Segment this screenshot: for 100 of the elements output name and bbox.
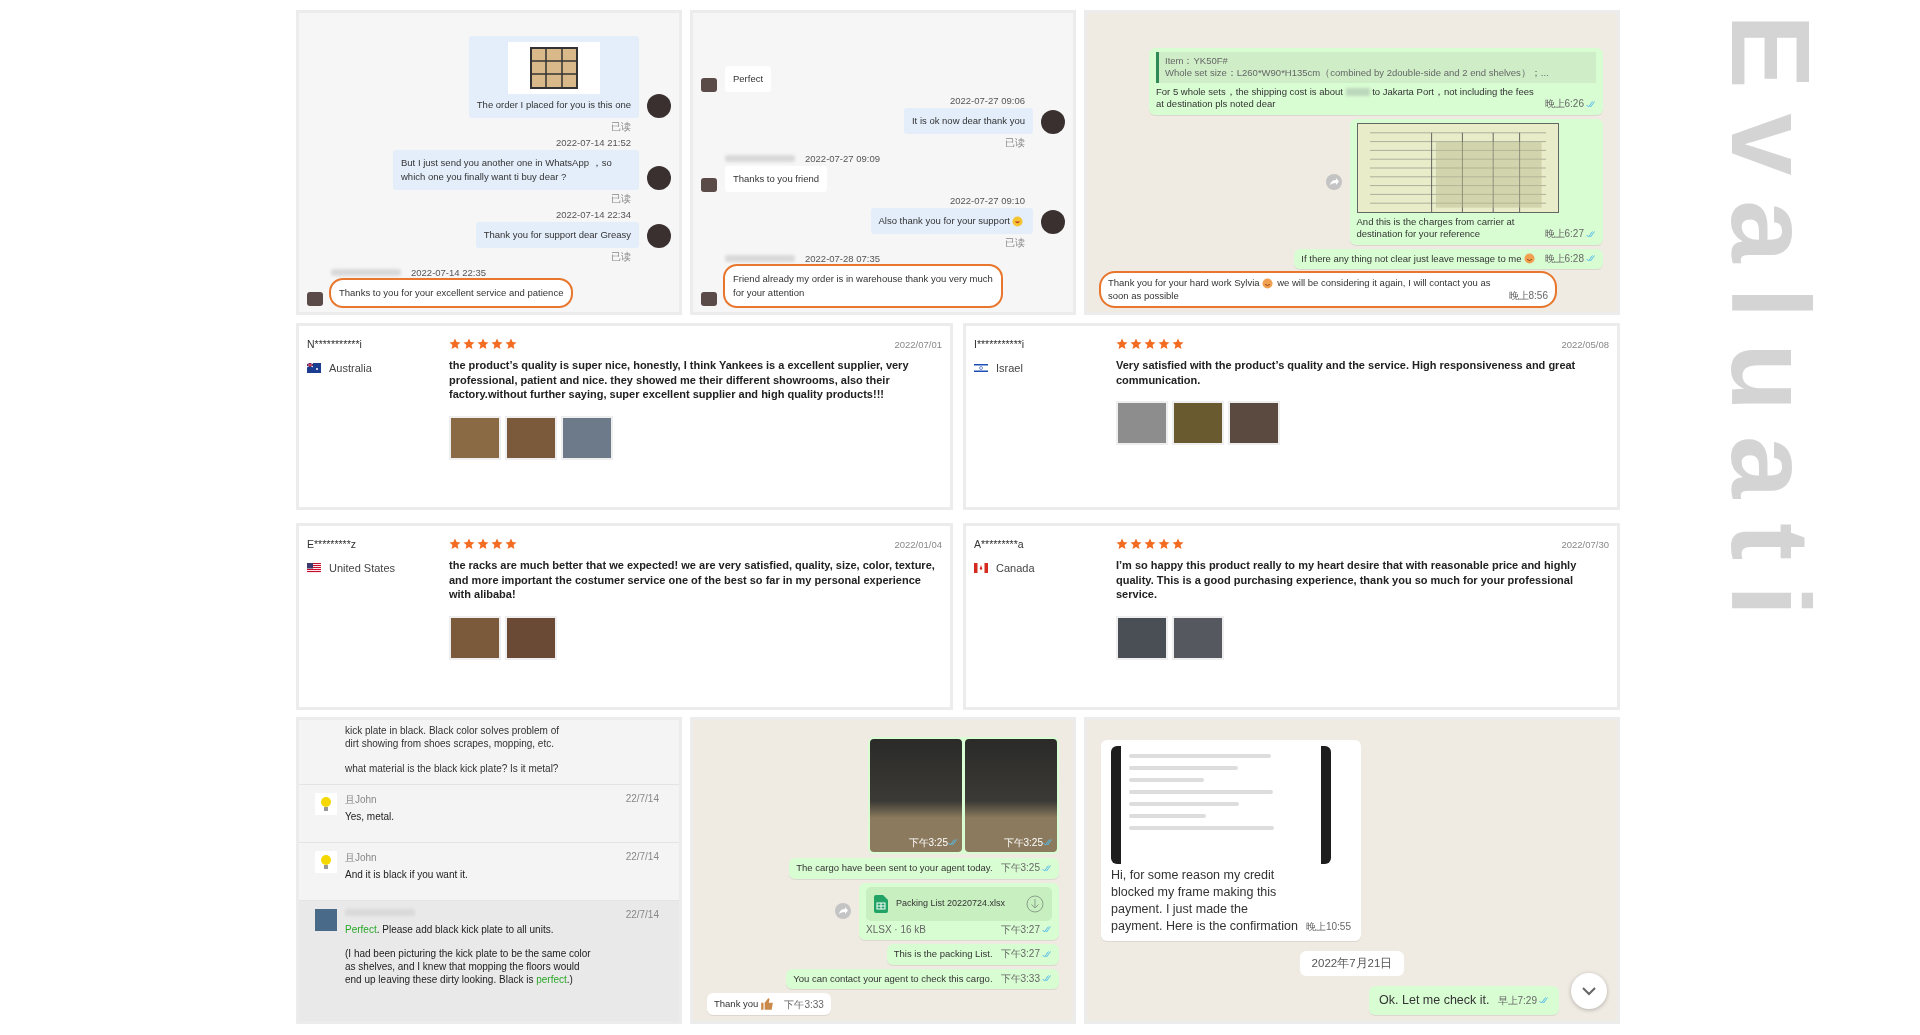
double-check-icon <box>1043 839 1053 846</box>
star-icon <box>1144 338 1156 350</box>
star-icon <box>449 338 461 350</box>
review-date: 2022/05/08 <box>1561 338 1609 350</box>
double-check-icon <box>1539 997 1549 1004</box>
message-text: Thanks to you friend <box>733 172 820 186</box>
flag-icon <box>974 363 988 373</box>
message-time: 2022-07-27 09:09 <box>805 153 880 164</box>
reviewer-country: United States <box>329 562 396 574</box>
lightbulb-icon <box>315 851 337 873</box>
star-icon <box>463 538 475 550</box>
review-text: Very satisfied with the product’s quality and the service. High responsiveness and great communication. <box>1116 358 1577 387</box>
double-check-icon <box>1042 950 1052 958</box>
photo-placeholder[interactable] <box>561 415 613 460</box>
lightbulb-icon <box>315 793 337 815</box>
star-icon <box>477 538 489 550</box>
reply-row[interactable]: 且John 22/7/14 Yes, metal. <box>299 784 679 839</box>
star-icon <box>449 538 461 550</box>
photo-placeholder[interactable] <box>449 415 501 460</box>
message-text: The order I placed for you is this one <box>476 98 631 112</box>
reviewer-name: I***********i <box>974 338 1026 350</box>
double-check-icon <box>1586 100 1596 108</box>
message-time: 下午3:33 <box>784 998 824 1011</box>
read-status: 已读 <box>1005 236 1026 250</box>
review-text: the product’s quality is super nice, honestly, I think Yankees is a excellent supplier, very professional, patient and nice. they showed me their different showrooms, also their factory.without further saying, super excellent supplier and high quality products!!! <box>449 358 910 402</box>
message-time: 2022-07-14 22:35 <box>411 267 486 278</box>
review-text: the racks are much better that we expected! we are very satisfied, quality, size, color, texture, and more important the costumer service one of the best so far in my personal experience with alibaba! <box>449 558 936 602</box>
photo-time: 下午3:25 <box>904 834 962 852</box>
star-icon <box>1130 338 1142 350</box>
message-time: 下午3:27 <box>1000 948 1052 961</box>
star-icon <box>1158 338 1170 350</box>
photo-placeholder[interactable] <box>1116 615 1168 660</box>
blurred-sender-name <box>725 255 795 262</box>
avatar <box>1041 210 1065 234</box>
photo-placeholder[interactable] <box>1228 401 1280 445</box>
quote-title: Item：YK50F# <box>1165 54 1229 67</box>
photo-placeholder[interactable] <box>1172 615 1224 660</box>
message-text: If there any thing not clear just leave message to me <box>1301 252 1537 265</box>
message-text: Thank you for support dear Greasy <box>483 228 631 242</box>
flag-icon <box>307 563 321 573</box>
reply-date: 22/7/14 <box>625 793 659 806</box>
star-icon <box>1130 538 1142 550</box>
star-icon <box>491 538 503 550</box>
message-time: 2022-07-27 09:10 <box>950 195 1025 206</box>
message-text: Thank you for your hard work Sylvia we will be considering it again, I will contact you as soon as possible <box>1108 277 1492 302</box>
photo-placeholder[interactable] <box>505 415 557 460</box>
reviewer-name: E*********z <box>307 538 358 550</box>
reviewer-country: Canada <box>996 562 1035 574</box>
avatar <box>701 292 717 306</box>
message-time: 晚上8:56 <box>1508 289 1548 302</box>
star-icon <box>477 338 489 350</box>
avatar <box>701 78 717 92</box>
star-icon <box>505 538 517 550</box>
reviewer-country: Israel <box>996 362 1023 374</box>
message-text: Perfect <box>733 72 764 86</box>
photo-placeholder[interactable]: 下午3:25 <box>965 739 1057 852</box>
message-time: 早上7:29 <box>1497 992 1549 1009</box>
thumbs-up-icon <box>760 997 775 1011</box>
double-check-icon <box>1042 975 1052 983</box>
reply-date: 22/7/14 <box>625 909 659 920</box>
review-date: 2022/07/01 <box>894 338 942 350</box>
quote-text: Whole set size：L260*W90*H135cm（combined by 2double-side and 2 end shelves）；... <box>1165 67 1550 80</box>
reply-row[interactable] <box>299 900 679 1021</box>
laughing-face-icon <box>1012 216 1023 227</box>
star-icon <box>1116 338 1128 350</box>
avatar <box>307 292 323 306</box>
reply-row[interactable]: 且John 22/7/14 And it is black if you want it. <box>299 842 679 897</box>
star-icon <box>1158 538 1170 550</box>
message-time: 下午3:25 <box>1000 862 1052 875</box>
star-icon <box>1116 538 1128 550</box>
double-check-icon <box>1042 926 1052 934</box>
photo-placeholder[interactable] <box>1172 401 1224 445</box>
photo-placeholder[interactable]: 下午3:25 <box>870 739 962 852</box>
scroll-down-button[interactable] <box>1571 973 1607 1009</box>
message-text: Also thank you for your support <box>878 214 1025 228</box>
smiley-icon <box>1523 253 1535 265</box>
star-icon <box>505 338 517 350</box>
flag-icon <box>974 563 988 573</box>
message-time: 2022-07-14 22:34 <box>556 209 631 220</box>
star-icon <box>1172 538 1184 550</box>
message-time: 2022-07-14 21:52 <box>556 137 631 148</box>
photo-placeholder[interactable] <box>505 615 557 660</box>
message-time: 下午3:33 <box>1000 972 1052 985</box>
review-date: 2022/01/04 <box>894 538 942 550</box>
read-status: 已读 <box>1005 136 1026 150</box>
comment-text: what material is the black kick plate? Is it metal? <box>345 762 560 775</box>
avatar <box>647 166 671 190</box>
double-check-icon <box>1586 230 1596 238</box>
message-text: For 5 whole sets，the shipping cost is about to Jakarta Port，not including the fees at destination pls noted dear <box>1156 85 1535 111</box>
read-status: 已读 <box>611 120 632 134</box>
reply-text: Perfect. Please add black kick plate to all units. <box>345 923 555 936</box>
smiley-icon <box>1261 278 1273 289</box>
message-text: Thanks to you for your excellent service and patience <box>339 286 564 300</box>
reply-text: And it is black if you want it. <box>345 868 469 881</box>
comment-text: kick plate in black. Black color solves problem of dirt showing from shoes scrapes, mopping, etc. <box>345 724 560 750</box>
avatar <box>315 909 337 931</box>
photo-placeholder[interactable] <box>449 615 501 660</box>
message-text: But I just send you another one in WhatsApp ，so which one you finally want ti buy dear ? <box>401 156 613 184</box>
spreadsheet-icon <box>874 894 888 913</box>
blurred-sender-name <box>331 269 401 276</box>
